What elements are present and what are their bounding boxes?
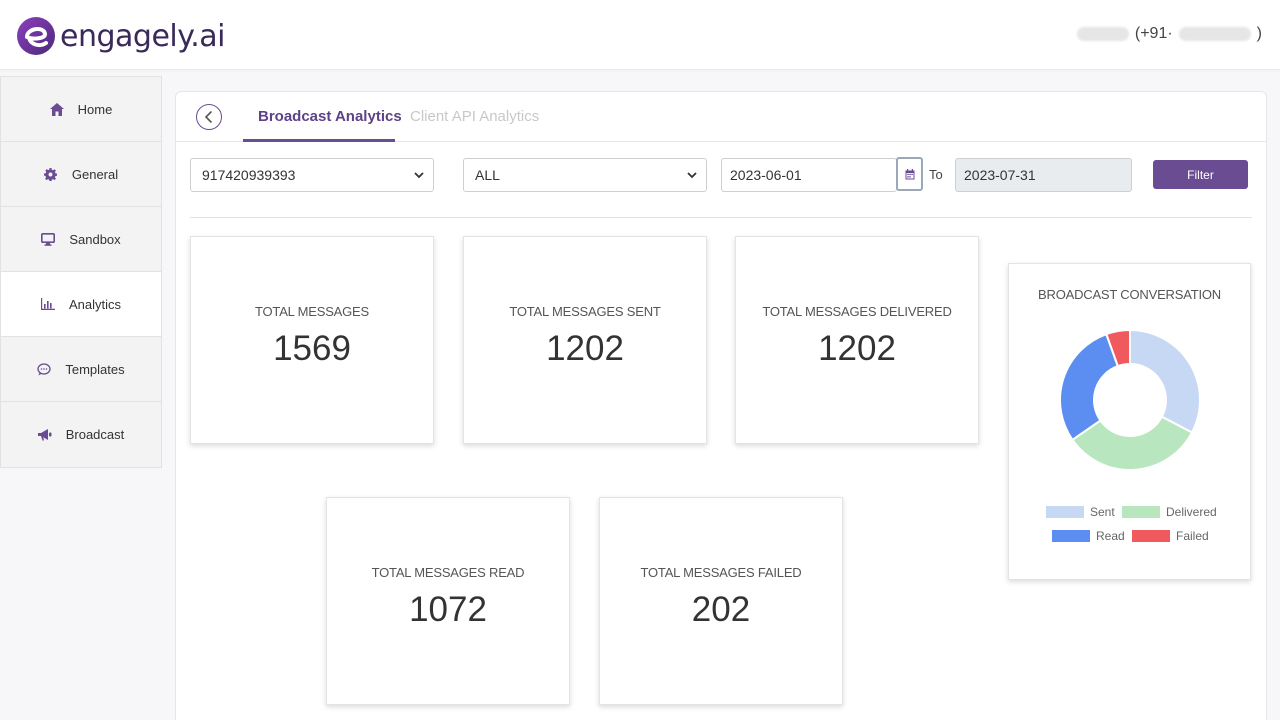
engagely-logo[interactable]: engagely.ai xyxy=(16,13,225,59)
from-date-value: 2023-06-01 xyxy=(730,167,802,183)
sidebar-nav: Home General Sandbox Analytics Templates… xyxy=(0,76,162,468)
legend-item-delivered[interactable]: Delivered xyxy=(1122,505,1217,519)
donut-slice-sent[interactable] xyxy=(1129,328,1201,434)
message-type-value: ALL xyxy=(475,167,500,183)
user-account[interactable]: (+91· ) xyxy=(1076,25,1262,43)
sidebar-item-label: Templates xyxy=(65,361,125,377)
sidebar-item-sandbox[interactable]: Sandbox xyxy=(1,207,161,272)
logo-text: engagely.ai xyxy=(60,18,225,54)
to-label: To xyxy=(929,167,943,182)
stat-title: TOTAL MESSAGES DELIVERED xyxy=(762,304,952,319)
donut-chart xyxy=(1059,328,1201,471)
tab-broadcast-analytics[interactable]: Broadcast Analytics xyxy=(258,108,402,125)
bar-chart-icon xyxy=(40,297,55,311)
chevron-down-icon xyxy=(414,172,424,179)
legend-swatch xyxy=(1046,506,1084,518)
stat-value: 202 xyxy=(691,590,751,629)
chevron-down-icon xyxy=(687,172,697,179)
legend-item-sent[interactable]: Sent xyxy=(1046,505,1115,519)
user-phone-suffix: ) xyxy=(1256,25,1262,42)
sidebar-item-analytics[interactable]: Analytics xyxy=(1,272,161,337)
phone-number-select[interactable]: 917420939393 xyxy=(190,158,434,192)
sidebar-item-label: Analytics xyxy=(68,296,122,312)
gear-icon xyxy=(44,167,58,181)
sidebar-item-broadcast[interactable]: Broadcast xyxy=(1,402,161,467)
stat-value: 1072 xyxy=(409,590,487,629)
top-header: engagely.ai (+91· ) xyxy=(0,0,1280,70)
broadcast-conversation-chart-card: BROADCAST CONVERSATION Sent Delivered Read… xyxy=(1008,263,1251,580)
stat-card-total-read: TOTAL MESSAGES READ 1072 xyxy=(326,497,570,705)
to-date-input[interactable]: 2023-07-31 xyxy=(955,158,1132,192)
legend-label: Failed xyxy=(1176,529,1209,543)
filter-divider xyxy=(190,217,1252,218)
phone-number-value: 917420939393 xyxy=(202,167,296,183)
stat-card-total-delivered: TOTAL MESSAGES DELIVERED 1202 xyxy=(735,236,979,444)
sidebar-item-label: Home xyxy=(77,101,113,117)
legend-item-read[interactable]: Read xyxy=(1052,529,1125,543)
from-date-input[interactable]: 2023-06-01 xyxy=(721,158,897,192)
filter-button[interactable]: Filter xyxy=(1153,160,1248,189)
stat-value: 1202 xyxy=(546,329,624,368)
analytics-tabs: Broadcast Analytics Client API Analytics xyxy=(176,92,1266,142)
megaphone-icon xyxy=(37,428,52,442)
sidebar-item-label: Sandbox xyxy=(69,231,121,247)
legend-label: Sent xyxy=(1090,505,1115,519)
stat-card-total-messages: TOTAL MESSAGES 1569 xyxy=(190,236,434,444)
engagely-logo-mark-icon xyxy=(17,17,55,55)
sidebar-item-templates[interactable]: Templates xyxy=(1,337,161,402)
legend-swatch xyxy=(1052,530,1090,542)
legend-label: Read xyxy=(1096,529,1125,543)
legend-item-failed[interactable]: Failed xyxy=(1132,529,1209,543)
stat-value: 1569 xyxy=(273,329,351,368)
user-phone-redacted xyxy=(1178,27,1251,41)
stat-value: 1202 xyxy=(818,329,896,368)
sidebar-item-general[interactable]: General xyxy=(1,142,161,207)
stat-card-total-failed: TOTAL MESSAGES FAILED 202 xyxy=(599,497,843,705)
chevron-left-icon xyxy=(204,111,212,123)
tab-client-api-analytics[interactable]: Client API Analytics xyxy=(410,108,539,125)
speech-bubble-icon xyxy=(37,362,52,376)
stat-title: TOTAL MESSAGES READ xyxy=(371,565,525,580)
active-tab-indicator xyxy=(243,139,395,142)
donut-slice-read[interactable] xyxy=(1059,332,1120,442)
monitor-icon xyxy=(41,232,56,246)
stat-title: TOTAL MESSAGES xyxy=(255,304,369,319)
sidebar-item-home[interactable]: Home xyxy=(1,77,161,142)
home-icon xyxy=(49,102,64,116)
stat-title: TOTAL MESSAGES SENT xyxy=(509,304,661,319)
sidebar-item-label: Broadcast xyxy=(65,427,125,442)
user-name-redacted xyxy=(1076,27,1129,41)
legend-swatch xyxy=(1122,506,1160,518)
calendar-button[interactable] xyxy=(896,157,923,191)
stat-title: TOTAL MESSAGES FAILED xyxy=(640,565,802,580)
message-type-select[interactable]: ALL xyxy=(463,158,707,192)
stat-card-total-sent: TOTAL MESSAGES SENT 1202 xyxy=(463,236,707,444)
user-phone-prefix: (+91· xyxy=(1134,25,1173,42)
legend-swatch xyxy=(1132,530,1170,542)
back-button[interactable] xyxy=(196,104,222,130)
legend-label: Delivered xyxy=(1166,505,1217,519)
calendar-icon xyxy=(905,168,914,179)
to-date-value: 2023-07-31 xyxy=(964,167,1036,183)
sidebar-item-label: General xyxy=(71,166,119,182)
